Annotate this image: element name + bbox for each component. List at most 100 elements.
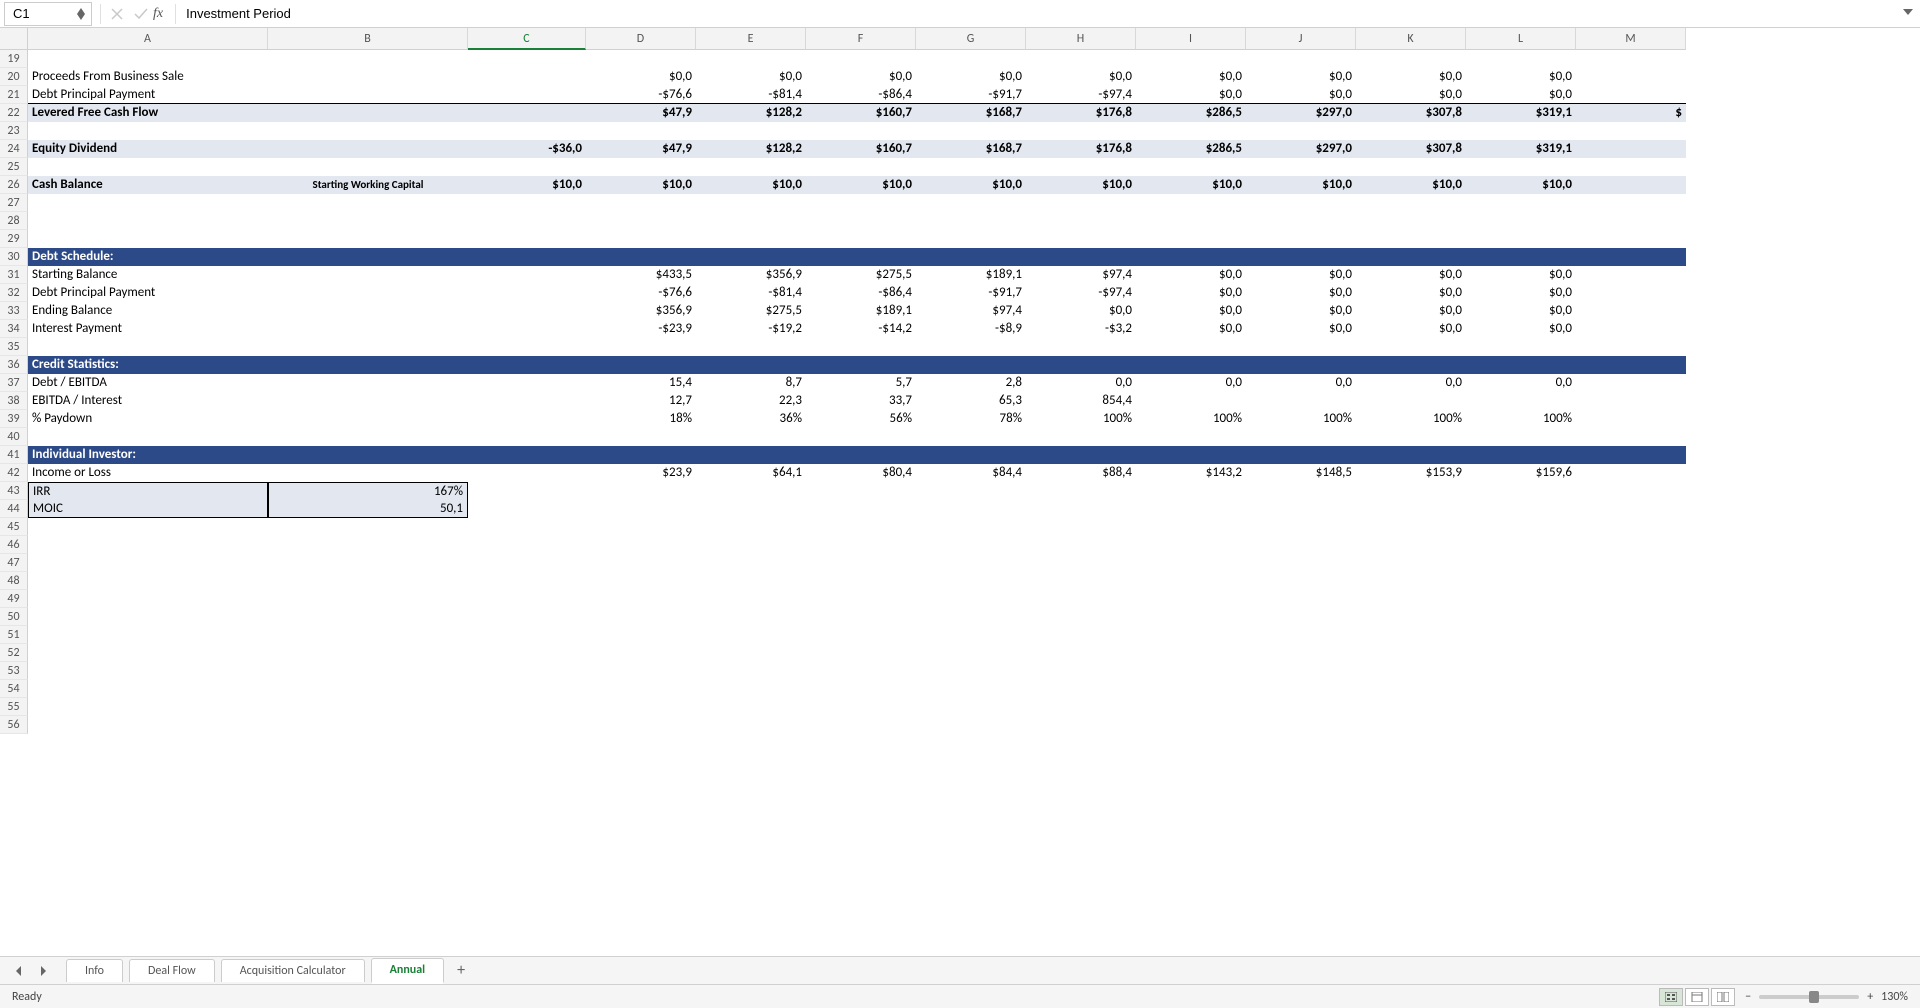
cell[interactable]: [586, 536, 696, 554]
cell[interactable]: [268, 122, 468, 140]
cell[interactable]: [1576, 536, 1686, 554]
cell[interactable]: [696, 554, 806, 572]
zoom-out-icon[interactable]: −: [1745, 990, 1751, 1004]
cell[interactable]: [268, 248, 468, 266]
cell[interactable]: [1026, 590, 1136, 608]
cell[interactable]: [1356, 338, 1466, 356]
cell[interactable]: [1026, 482, 1136, 500]
row-label[interactable]: Interest Payment: [28, 320, 268, 338]
cell[interactable]: [268, 680, 468, 698]
row-head[interactable]: 39: [0, 410, 28, 428]
cell[interactable]: [1466, 482, 1576, 500]
col-head-A[interactable]: A: [28, 28, 268, 50]
cell[interactable]: [468, 500, 586, 518]
cell[interactable]: [696, 500, 806, 518]
cell[interactable]: [1466, 500, 1576, 518]
cell[interactable]: [1576, 662, 1686, 680]
cell[interactable]: $0,0: [1136, 302, 1246, 320]
cell[interactable]: [916, 194, 1026, 212]
cell[interactable]: [696, 590, 806, 608]
cell[interactable]: $97,4: [1026, 266, 1136, 284]
cell[interactable]: [1246, 590, 1356, 608]
cell[interactable]: [1026, 356, 1136, 374]
cell[interactable]: [468, 230, 586, 248]
row-head[interactable]: 32: [0, 284, 28, 302]
cell[interactable]: [468, 284, 586, 302]
cell[interactable]: $23,9: [586, 464, 696, 482]
row-head[interactable]: 43: [0, 482, 28, 500]
cell[interactable]: 100%: [1026, 410, 1136, 428]
cell[interactable]: [586, 716, 696, 734]
cell[interactable]: [1576, 644, 1686, 662]
cell[interactable]: [1576, 86, 1686, 104]
cell[interactable]: [586, 590, 696, 608]
cell[interactable]: [586, 482, 696, 500]
cell[interactable]: -$86,4: [806, 284, 916, 302]
cell[interactable]: [1356, 554, 1466, 572]
cell[interactable]: [1466, 572, 1576, 590]
cell[interactable]: 0,0: [1136, 374, 1246, 392]
cell[interactable]: [468, 590, 586, 608]
cell[interactable]: 22,3: [696, 392, 806, 410]
cell[interactable]: [806, 50, 916, 68]
cell[interactable]: [1356, 500, 1466, 518]
cell[interactable]: -$91,7: [916, 86, 1026, 104]
cell[interactable]: [916, 122, 1026, 140]
cell[interactable]: [1466, 446, 1576, 464]
cell[interactable]: [1026, 698, 1136, 716]
sheet-tab[interactable]: Info: [66, 959, 123, 982]
cell[interactable]: [1136, 158, 1246, 176]
cell[interactable]: [1356, 626, 1466, 644]
cell[interactable]: [1576, 266, 1686, 284]
cell[interactable]: $356,9: [586, 302, 696, 320]
cell[interactable]: [806, 554, 916, 572]
cell[interactable]: [806, 572, 916, 590]
cell[interactable]: -$19,2: [696, 320, 806, 338]
cell[interactable]: [468, 662, 586, 680]
cell[interactable]: [1356, 536, 1466, 554]
cell[interactable]: 854,4: [1026, 392, 1136, 410]
cell[interactable]: [1576, 500, 1686, 518]
cell[interactable]: $0,0: [806, 68, 916, 86]
cell[interactable]: [268, 428, 468, 446]
cell[interactable]: [1466, 518, 1576, 536]
cell[interactable]: [1026, 518, 1136, 536]
cell[interactable]: $189,1: [806, 302, 916, 320]
row-head[interactable]: 28: [0, 212, 28, 230]
row-label[interactable]: Levered Free Cash Flow: [28, 104, 268, 122]
row-head[interactable]: 24: [0, 140, 28, 158]
cell[interactable]: $0,0: [1246, 266, 1356, 284]
cell[interactable]: $10,0: [586, 176, 696, 194]
cell[interactable]: [1576, 428, 1686, 446]
cell[interactable]: -$81,4: [696, 86, 806, 104]
cell[interactable]: [1136, 356, 1246, 374]
row-label[interactable]: Cash Balance: [28, 176, 268, 194]
cell[interactable]: [468, 302, 586, 320]
row-head[interactable]: 48: [0, 572, 28, 590]
cell[interactable]: $189,1: [916, 266, 1026, 284]
cell[interactable]: [1026, 230, 1136, 248]
cell[interactable]: [1136, 122, 1246, 140]
cell[interactable]: [1026, 446, 1136, 464]
cell[interactable]: [268, 158, 468, 176]
cell[interactable]: $10,0: [696, 176, 806, 194]
cell[interactable]: [916, 248, 1026, 266]
cell[interactable]: [586, 428, 696, 446]
cell[interactable]: [1136, 590, 1246, 608]
cell[interactable]: [1136, 338, 1246, 356]
cell[interactable]: $0,0: [1026, 302, 1136, 320]
cell[interactable]: [1466, 122, 1576, 140]
cell[interactable]: $319,1: [1466, 104, 1576, 122]
cell[interactable]: $0,0: [1466, 266, 1576, 284]
row-head[interactable]: 46: [0, 536, 28, 554]
cell[interactable]: [468, 518, 586, 536]
cell[interactable]: [1136, 500, 1246, 518]
formula-input[interactable]: [180, 5, 1896, 22]
row-head[interactable]: 38: [0, 392, 28, 410]
cell[interactable]: [916, 482, 1026, 500]
cell[interactable]: $10,0: [1466, 176, 1576, 194]
cell[interactable]: [1246, 482, 1356, 500]
cell[interactable]: [268, 626, 468, 644]
cell[interactable]: $297,0: [1246, 104, 1356, 122]
cell[interactable]: -$36,0: [468, 140, 586, 158]
